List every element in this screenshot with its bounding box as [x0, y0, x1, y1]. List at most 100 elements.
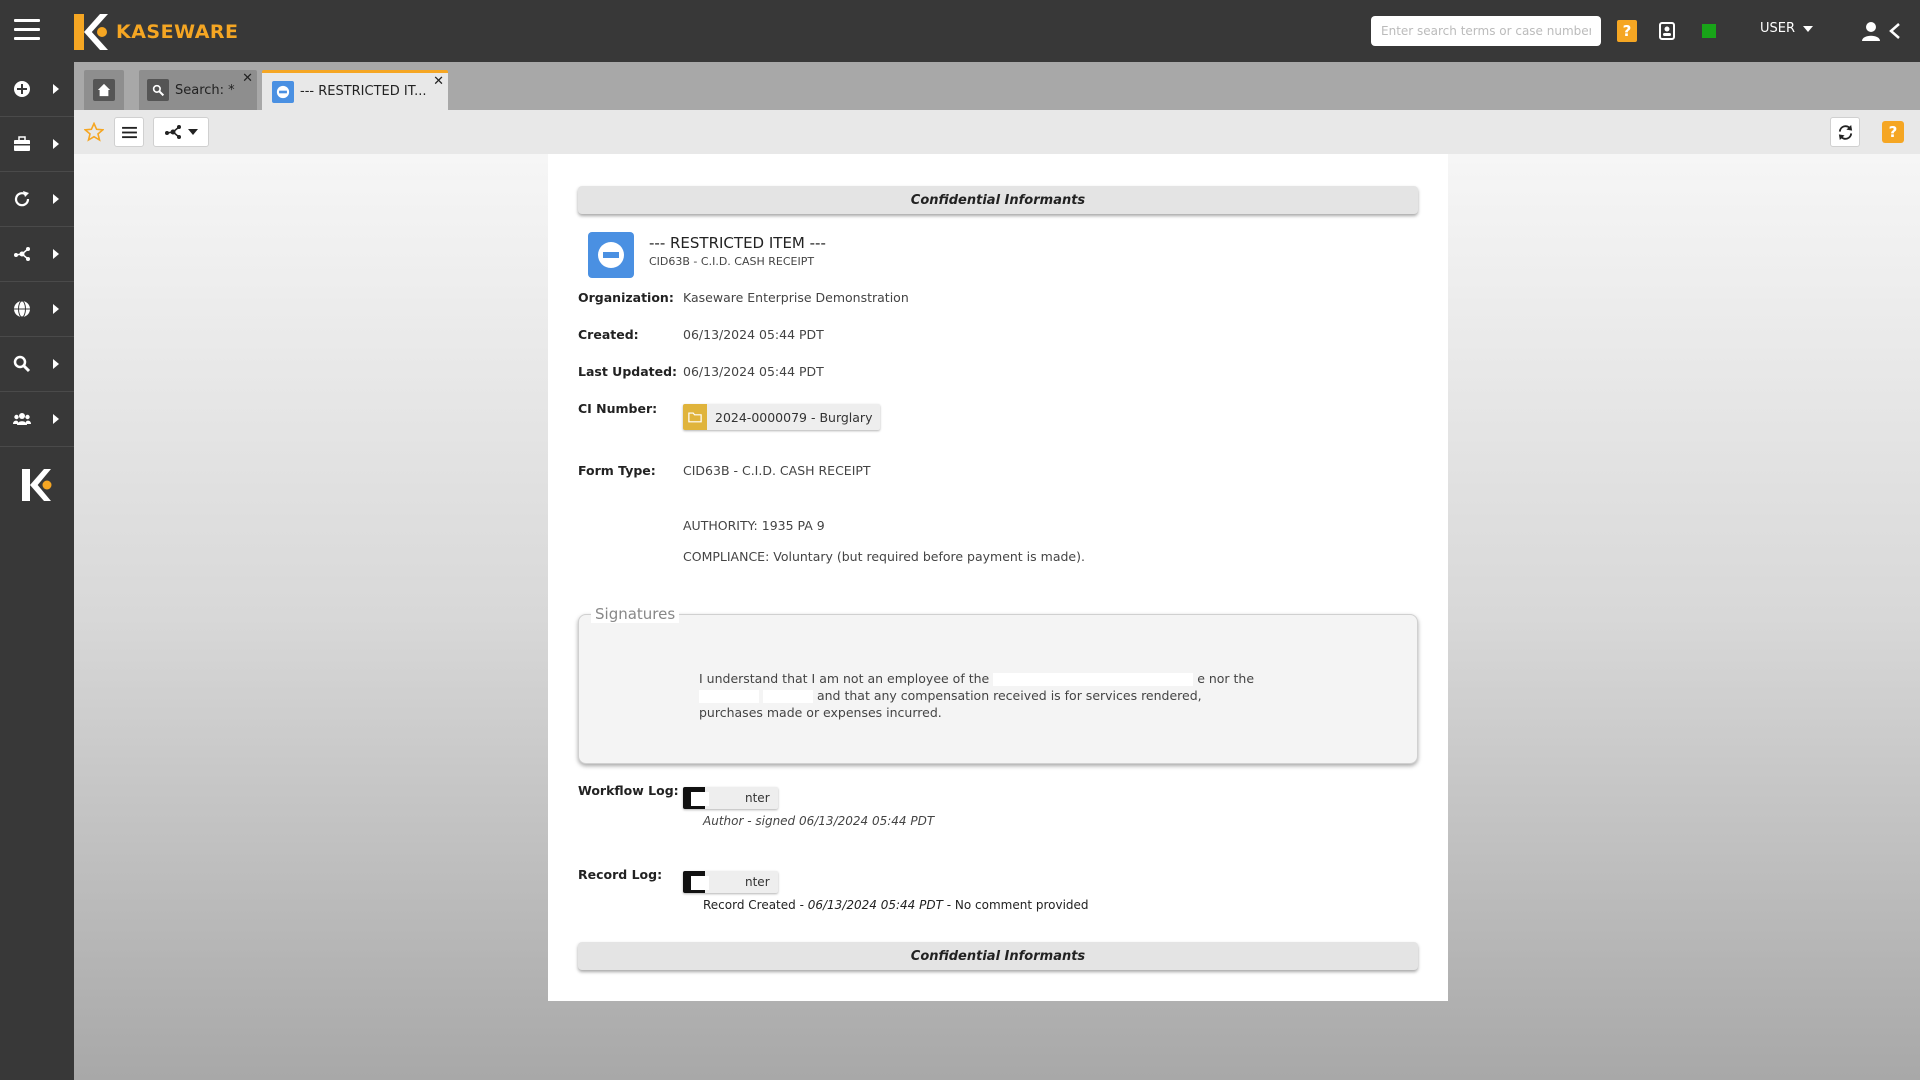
avatar — [683, 787, 709, 809]
workspace: Confidential Informants --- RESTRICTED I… — [74, 154, 1920, 1080]
last-updated-value: 06/13/2024 05:44 PDT — [683, 364, 824, 379]
close-icon[interactable]: ✕ — [433, 75, 444, 88]
redaction-block — [699, 690, 759, 703]
top-bar: KASEWARE ? USER — [0, 0, 1920, 62]
chevron-right-icon — [53, 249, 59, 259]
refresh-button[interactable] — [1830, 117, 1860, 147]
record-user-chip[interactable]: nter — [683, 871, 778, 893]
record-log-comment: No comment provided — [954, 898, 1089, 912]
signature-text-part1: I understand that I am not an employee o… — [699, 671, 990, 686]
compliance-text: COMPLIANCE: Voluntary (but required befo… — [683, 549, 1085, 564]
chevron-right-icon — [53, 414, 59, 424]
chevron-down-icon — [188, 129, 198, 135]
tab-label: --- RESTRICTED IT... — [300, 84, 427, 99]
plus-circle-icon — [14, 81, 30, 97]
list-icon — [121, 126, 137, 138]
refresh-icon — [1838, 124, 1852, 140]
tab-restricted-item[interactable]: --- RESTRICTED IT... ✕ — [262, 70, 448, 110]
global-search-input[interactable] — [1371, 16, 1601, 46]
favorite-star-icon[interactable] — [84, 122, 104, 142]
chevron-down-icon — [1803, 25, 1814, 32]
avatar — [683, 871, 709, 893]
sidebar-item-search[interactable] — [0, 337, 74, 392]
section-header[interactable]: Confidential Informants — [578, 186, 1418, 214]
hamburger-menu-icon[interactable] — [14, 19, 40, 43]
sidebar-item-create[interactable] — [0, 62, 74, 117]
workflow-log-label: Workflow Log: — [578, 783, 679, 798]
form-type-label: Form Type: — [578, 463, 656, 478]
chevron-right-icon — [53, 304, 59, 314]
workflow-entry-text: Author - signed 06/13/2024 05:44 PDT — [703, 814, 935, 828]
signatures-panel: Signatures I understand that I am not an… — [578, 605, 1418, 764]
network-icon — [14, 247, 30, 261]
users-icon — [13, 413, 31, 425]
workflow-user-chip[interactable]: nter — [683, 787, 778, 809]
sidebar-item-map[interactable] — [0, 282, 74, 337]
organization-label: Organization: — [578, 290, 674, 305]
kaseware-logo-icon — [22, 469, 52, 501]
tab-label: Search: * — [175, 82, 235, 98]
record-log-time: 06/13/2024 05:44 PDT — [807, 898, 943, 912]
form-type-value: CID63B - C.I.D. CASH RECEIPT — [683, 463, 871, 478]
app-logo[interactable]: KASEWARE — [72, 12, 239, 52]
globe-icon — [14, 300, 30, 318]
created-label: Created: — [578, 327, 639, 342]
sidebar-item-cases[interactable] — [0, 117, 74, 172]
authority-text: AUTHORITY: 1935 PA 9 — [683, 518, 825, 533]
chevron-right-icon — [53, 139, 59, 149]
record-log-label: Record Log: — [578, 867, 663, 882]
chevron-left-icon[interactable] — [1888, 22, 1902, 40]
help-icon[interactable]: ? — [1882, 121, 1904, 143]
redaction-block — [993, 673, 1194, 686]
signatures-legend: Signatures — [591, 605, 680, 623]
user-label: USER — [1760, 21, 1796, 36]
close-icon[interactable]: ✕ — [242, 72, 253, 85]
user-profile-icon[interactable] — [1860, 20, 1882, 42]
organization-value: Kaseware Enterprise Demonstration — [683, 290, 909, 305]
ci-number-label: CI Number: — [578, 401, 658, 416]
redaction-block — [762, 690, 813, 703]
sidebar-item-people[interactable] — [0, 392, 74, 447]
chevron-right-icon — [53, 359, 59, 369]
folder-icon — [683, 404, 707, 430]
record-toolbar: ? — [74, 110, 1920, 154]
record-subtitle: CID63B - C.I.D. CASH RECEIPT — [649, 255, 815, 268]
user-dropdown[interactable]: USER — [1760, 21, 1814, 36]
refresh-icon — [14, 191, 30, 207]
restricted-icon — [272, 80, 294, 103]
sidebar-item-link-analysis[interactable] — [0, 227, 74, 282]
record-user-name: nter — [745, 875, 770, 889]
network-icon — [165, 125, 181, 139]
contact-card-icon[interactable] — [1657, 21, 1677, 41]
search-icon — [13, 355, 31, 373]
search-icon — [147, 79, 169, 101]
help-icon[interactable]: ? — [1617, 20, 1637, 42]
record-view: Confidential Informants --- RESTRICTED I… — [548, 154, 1448, 1001]
left-sidebar — [0, 62, 74, 1080]
record-log-entry: Record Created - 06/13/2024 05:44 PDT - … — [703, 898, 1089, 912]
briefcase-icon — [14, 136, 30, 151]
sidebar-item-recent[interactable] — [0, 172, 74, 227]
signature-statement: I understand that I am not an employee o… — [699, 670, 1259, 721]
record-title: --- RESTRICTED ITEM --- — [649, 234, 826, 252]
ci-number-value: 2024-0000079 - Burglary — [715, 409, 873, 425]
chevron-right-icon — [53, 84, 59, 94]
status-indicator — [1702, 24, 1716, 38]
signature-text-part2: e nor the — [1197, 671, 1255, 686]
tab-home[interactable] — [84, 70, 124, 110]
tab-strip: Search: * ✕ --- RESTRICTED IT... ✕ — [74, 62, 1920, 110]
chevron-right-icon — [53, 194, 59, 204]
list-menu-button[interactable] — [114, 117, 144, 147]
brand-name: KASEWARE — [116, 21, 239, 43]
last-updated-label: Last Updated: — [578, 364, 678, 379]
ci-number-link[interactable]: 2024-0000079 - Burglary — [683, 404, 881, 430]
tab-search[interactable]: Search: * ✕ — [139, 70, 257, 110]
created-value: 06/13/2024 05:44 PDT — [683, 327, 824, 342]
workflow-user-name: nter — [745, 791, 770, 805]
link-analysis-dropdown-button[interactable] — [153, 117, 209, 147]
workflow-log-entry: Author - signed 06/13/2024 05:44 PDT — [703, 814, 934, 828]
section-footer[interactable]: Confidential Informants — [578, 942, 1418, 970]
kaseware-logo-icon — [74, 14, 108, 50]
restricted-icon — [588, 232, 634, 278]
record-log-action: Record Created — [703, 898, 796, 912]
